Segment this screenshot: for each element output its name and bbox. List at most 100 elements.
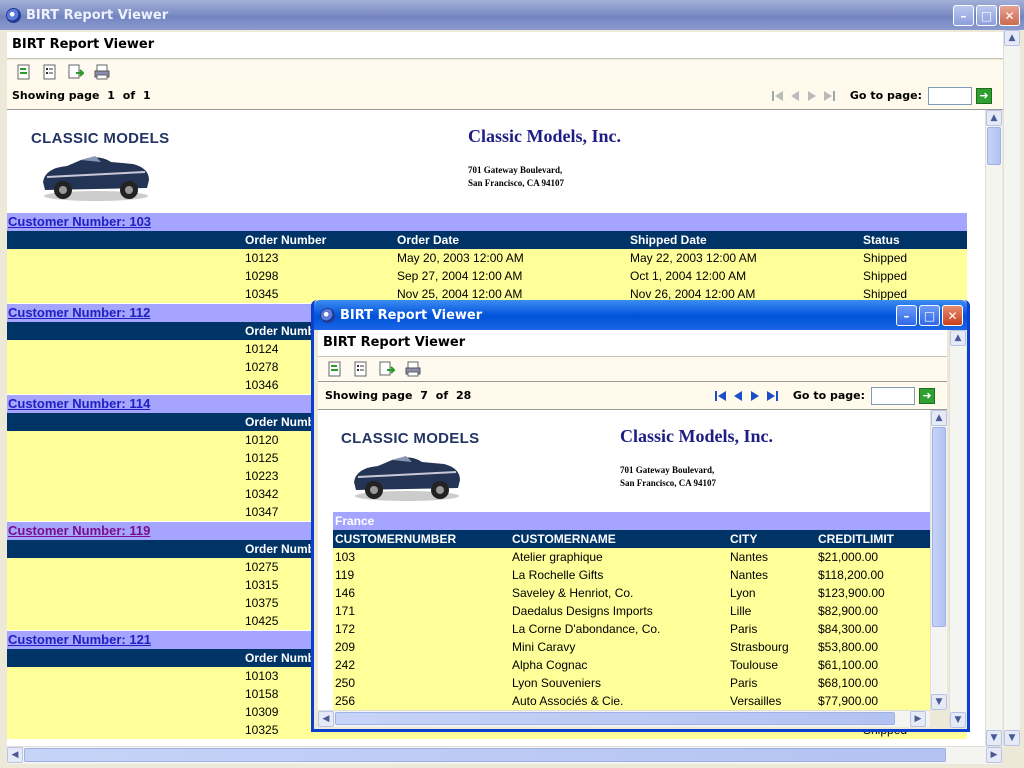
table-cell: 172 (335, 622, 356, 636)
customer-rows: 103 Atelier graphique Nantes $21,000.00 119 L… (333, 548, 930, 710)
popup-last-page-icon[interactable] (765, 389, 779, 403)
customer-number-link[interactable]: Customer Number: 103 (8, 214, 151, 229)
outer-scroll-down-icon[interactable]: ▼ (1004, 730, 1020, 746)
customer-number-link[interactable]: Customer Number: 121 (8, 632, 151, 647)
table-cell: Daedalus Designs Imports (512, 604, 653, 618)
column-label: Shipped Date (630, 233, 707, 247)
table-cell: 10309 (245, 705, 279, 719)
popup-window-title: BIRT Report Viewer (340, 307, 483, 323)
toc-icon[interactable] (16, 64, 32, 80)
popup-horizontal-scrollbar[interactable]: ◀ ▶ (318, 710, 930, 727)
company-address: 701 Gateway Boulevard, San Francisco, CA… (468, 164, 564, 190)
popup-vertical-scrollbar[interactable]: ▲ ▼ (930, 410, 947, 710)
go-icon[interactable]: ➜ (976, 87, 992, 104)
table-cell: 10123 (245, 251, 279, 265)
page-status: Showing page 1 of 1 (7, 89, 771, 102)
table-row: 10298 Sep 27, 2004 12:00 AM Oct 1, 2004 12… (7, 267, 967, 285)
prev-page-icon[interactable] (788, 89, 802, 103)
customer-number-link[interactable]: Customer Number: 119 (8, 523, 150, 538)
column-header: Order Number Order Date Shipped Date Status (7, 231, 967, 249)
first-page-icon[interactable] (771, 89, 785, 103)
popup-outer-down-icon[interactable]: ▼ (950, 712, 966, 728)
popup-next-page-icon[interactable] (748, 389, 762, 403)
popup-go-icon[interactable]: ➜ (919, 387, 935, 404)
table-cell: Alpha Cognac (512, 658, 588, 672)
maximize-button[interactable]: □ (976, 5, 997, 26)
popup-car-logo-image (354, 456, 460, 501)
table-cell: 10425 (245, 614, 279, 628)
table-cell: 242 (335, 658, 356, 672)
popup-minimize-button[interactable]: – (896, 305, 917, 326)
popup-h-scroll-thumb[interactable] (335, 712, 895, 725)
parameters-icon[interactable] (42, 64, 58, 80)
table-cell: 171 (335, 604, 356, 618)
popup-titlebar[interactable]: BIRT Report Viewer – □ ✕ (314, 300, 967, 330)
popup-scroll-left-icon[interactable]: ◀ (318, 711, 334, 727)
close-button[interactable]: ✕ (999, 5, 1020, 26)
print-icon[interactable] (94, 64, 110, 80)
popup-scroll-down-icon[interactable]: ▼ (931, 694, 947, 710)
popup-toc-icon[interactable] (327, 361, 343, 377)
table-cell: Lyon (730, 586, 756, 600)
main-vertical-scrollbar[interactable]: ▲ ▼ (985, 110, 1002, 746)
outer-scroll-up-icon[interactable]: ▲ (1004, 30, 1020, 46)
table-cell: 10375 (245, 596, 279, 610)
main-titlebar[interactable]: BIRT Report Viewer – □ ✕ (0, 0, 1024, 30)
export-icon[interactable] (68, 64, 86, 80)
table-row: 10123 May 20, 2003 12:00 AM May 22, 2003 1… (7, 249, 967, 267)
table-cell: Nantes (730, 550, 769, 564)
customer-number-link[interactable]: Customer Number: 112 (8, 305, 150, 320)
table-cell: 146 (335, 586, 356, 600)
popup-prev-page-icon[interactable] (731, 389, 745, 403)
table-cell: 10158 (245, 687, 279, 701)
scroll-up-icon[interactable]: ▲ (986, 110, 1002, 126)
last-page-icon[interactable] (822, 89, 836, 103)
table-cell: 10120 (245, 433, 279, 447)
popup-close-button[interactable]: ✕ (942, 305, 963, 326)
main-app-title: BIRT Report Viewer (7, 32, 1004, 59)
popup-maximize-button[interactable]: □ (919, 305, 940, 326)
table-cell: 103 (335, 550, 356, 564)
table-cell: 10124 (245, 342, 279, 356)
customer-number-link[interactable]: Customer Number: 114 (8, 396, 150, 411)
popup-parameters-icon[interactable] (353, 361, 369, 377)
next-page-icon[interactable] (805, 89, 819, 103)
table-cell: Nov 25, 2004 12:00 AM (397, 287, 523, 301)
of-label: of (122, 89, 136, 102)
minimize-button[interactable]: – (953, 5, 974, 26)
popup-outer-up-icon[interactable]: ▲ (950, 330, 966, 346)
popup-scroll-thumb[interactable] (932, 427, 946, 627)
scroll-down-icon[interactable]: ▼ (986, 730, 1002, 746)
outer-vertical-scrollbar[interactable]: ▲ ▼ (1003, 30, 1020, 746)
main-horizontal-scrollbar[interactable]: ◀ ▶ (7, 746, 1002, 764)
customer-group: Customer Number: 103 Order Number Order Da… (7, 213, 967, 303)
table-cell: 10103 (245, 669, 279, 683)
table-cell: $53,800.00 (818, 640, 879, 654)
popup-export-icon[interactable] (379, 361, 397, 377)
goto-page-input[interactable] (928, 86, 972, 105)
table-cell: 10275 (245, 560, 279, 574)
table-cell: Paris (730, 676, 758, 690)
table-cell: Nantes (730, 568, 769, 582)
popup-scroll-up-icon[interactable]: ▲ (931, 410, 947, 426)
popup-navbar: Showing page 7 of 28 Go to page: ➜ (318, 382, 947, 410)
table-row: 146 Saveley & Henriot, Co. Lyon $123,900.00 (333, 584, 930, 602)
scroll-thumb[interactable] (987, 127, 1001, 165)
table-row: 103 Atelier graphique Nantes $21,000.00 (333, 548, 930, 566)
h-scroll-thumb[interactable] (24, 748, 946, 762)
popup-company-address: 701 Gateway Boulevard, San Francisco, CA… (620, 464, 716, 490)
popup-first-page-icon[interactable] (714, 389, 728, 403)
scroll-left-icon[interactable]: ◀ (7, 747, 23, 763)
table-cell: La Rochelle Gifts (512, 568, 604, 582)
popup-goto-page-input[interactable] (871, 386, 915, 405)
table-cell: Versailles (730, 694, 782, 708)
app-icon[interactable] (6, 7, 21, 23)
table-cell: 10345 (245, 287, 279, 301)
popup-app-icon[interactable] (320, 307, 335, 323)
popup-print-icon[interactable] (405, 361, 421, 377)
scroll-right-icon[interactable]: ▶ (986, 747, 1002, 763)
popup-scroll-right-icon[interactable]: ▶ (910, 711, 926, 727)
popup-outer-scrollbar[interactable]: ▲ ▼ (949, 330, 966, 728)
popup-pager (714, 389, 779, 403)
showing-label: Showing page (12, 89, 100, 102)
